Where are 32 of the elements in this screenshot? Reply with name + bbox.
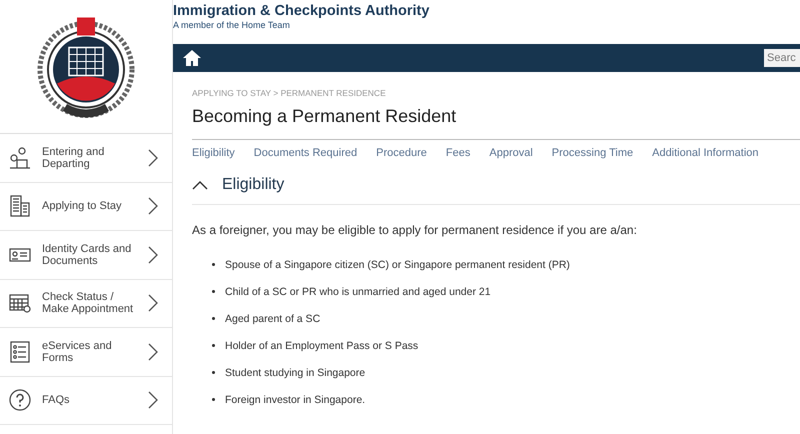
section-link[interactable]: Additional Information (652, 147, 759, 159)
building-icon (8, 194, 32, 218)
chevron-right-icon (148, 148, 158, 167)
list-item: Student studying in Singapore (225, 366, 366, 378)
list-item: Spouse of a Singapore citizen (SC) or Singapore permanent resident (PR) (225, 258, 570, 270)
section-link[interactable]: Fees (446, 147, 470, 159)
intro-text: As a foreigner, you may be eligible to apply for permanent residence if you are a/an: (192, 223, 638, 237)
help-icon (8, 388, 32, 412)
section-link[interactable]: Approval (489, 147, 533, 159)
section-link[interactable]: Procedure (376, 147, 427, 159)
page-title: Becoming a Permanent Resident (192, 106, 458, 127)
section-link[interactable]: Documents Required (254, 147, 358, 159)
site-title: Immigration & Checkpoints Authority (173, 3, 430, 20)
chevron-right-icon (148, 246, 158, 264)
section-link[interactable]: Processing Time (552, 147, 634, 159)
list-item: Foreign investor in Singapore. (225, 394, 366, 406)
search-field[interactable]: Searc (764, 49, 800, 67)
traveller-icon (8, 146, 32, 170)
list-item: Holder of an Employment Pass or S Pass (225, 340, 418, 352)
chevron-right-icon (148, 342, 158, 361)
home-icon[interactable] (182, 49, 202, 67)
list-item: Child of a SC or PR who is unmarried and aged under 21 (225, 286, 491, 298)
chevron-right-icon (148, 294, 158, 312)
breadcrumb: APPLYING TO STAY > PERMANENT RESIDENCE (192, 88, 387, 98)
section-link[interactable]: Eligibility (192, 147, 235, 159)
chevron-right-icon (148, 197, 158, 216)
section-title: Eligibility (222, 176, 284, 194)
chevron-up-icon[interactable] (192, 180, 208, 190)
list-item: Aged parent of a SC (225, 312, 320, 324)
site-tagline: A member of the Home Team (173, 20, 291, 30)
chevron-right-icon (148, 391, 158, 410)
list-icon (8, 340, 32, 364)
